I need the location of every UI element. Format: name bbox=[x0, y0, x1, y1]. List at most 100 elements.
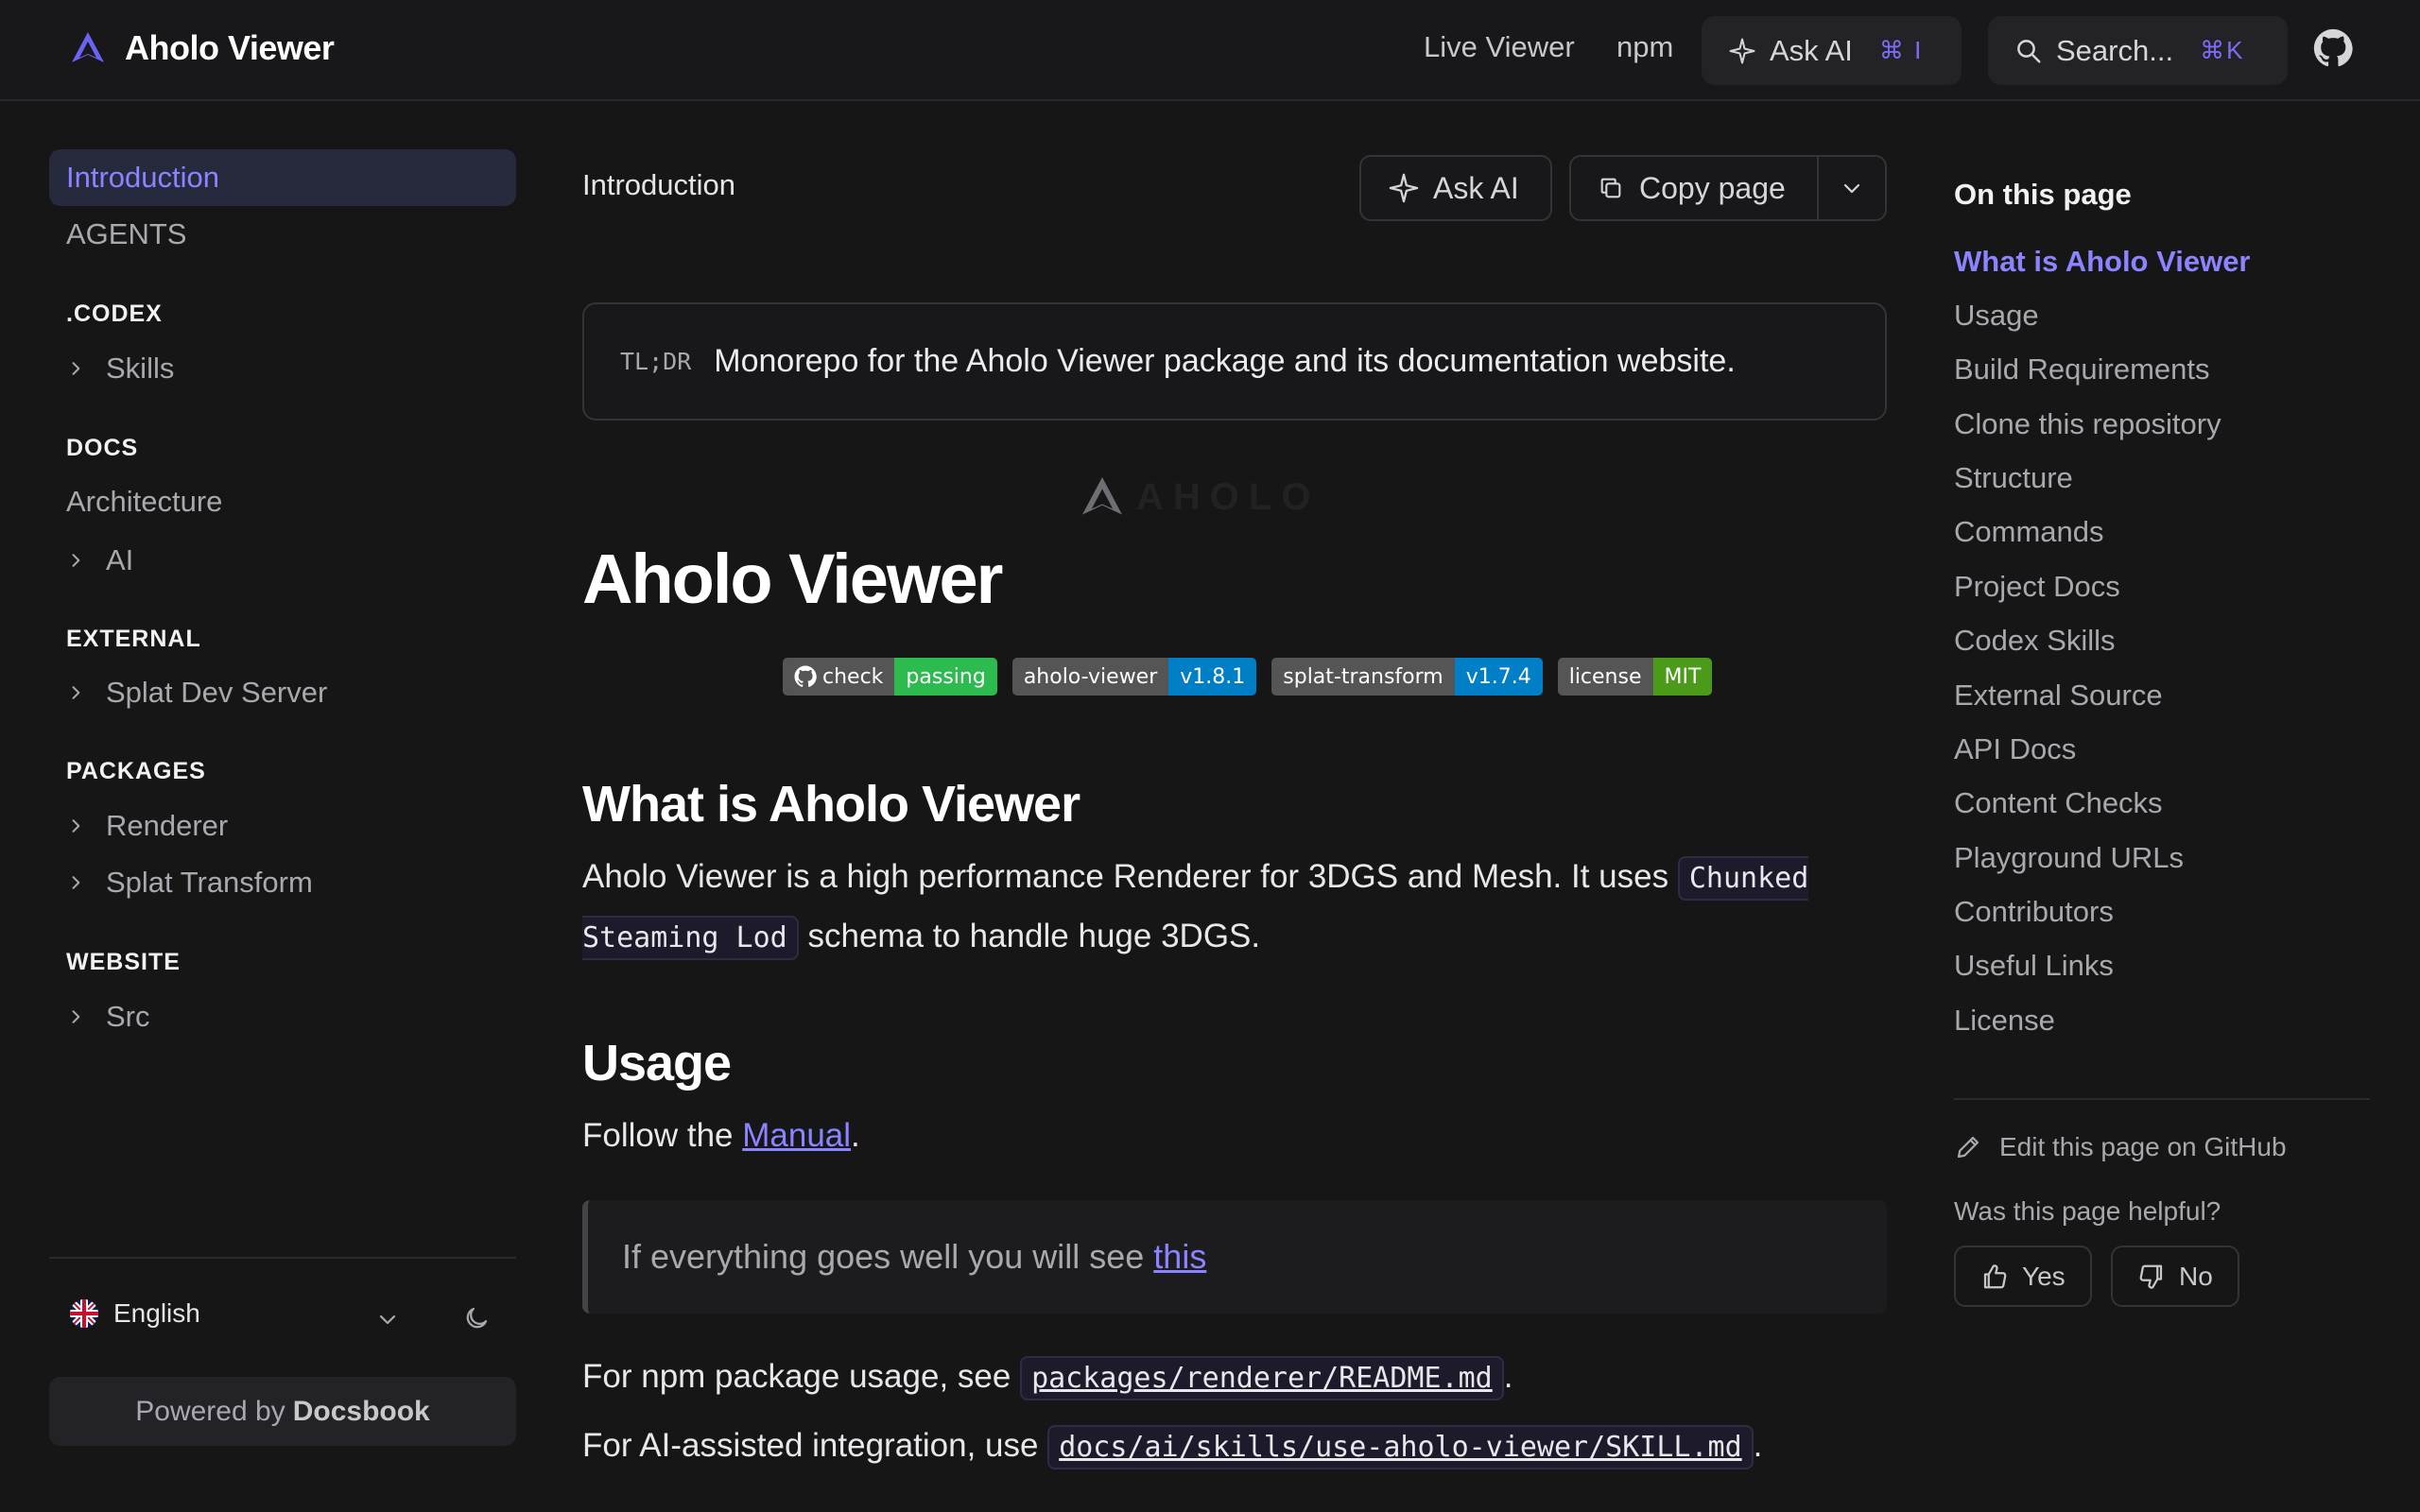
language-select[interactable]: English bbox=[70, 1298, 200, 1329]
powered-by-docsbook[interactable]: Powered by Docsbook bbox=[49, 1377, 516, 1446]
sidebar-item-label: Architecture bbox=[66, 485, 223, 518]
breadcrumb: Introduction bbox=[582, 168, 735, 201]
powered-brand: Docsbook bbox=[292, 1395, 430, 1427]
page-title: Aholo Viewer bbox=[582, 540, 1003, 618]
language-label: English bbox=[113, 1298, 200, 1328]
chevron-down-icon bbox=[1843, 183, 1860, 194]
heading-what-is: What is Aholo Viewer bbox=[582, 776, 1080, 833]
badge-right: v1.7.4 bbox=[1454, 658, 1543, 696]
ai-paragraph: For AI-assisted integration, use docs/ai… bbox=[582, 1417, 1896, 1476]
badge-license[interactable]: license MIT bbox=[1557, 658, 1713, 696]
toc-item-external-source[interactable]: External Source bbox=[1954, 679, 2163, 713]
badge-check[interactable]: check passing bbox=[783, 658, 997, 696]
brand-name: Aholo Viewer bbox=[125, 28, 335, 67]
sidebar-item-ai[interactable]: AI bbox=[49, 532, 516, 589]
sidebar-item-label: Introduction bbox=[66, 161, 219, 194]
toc-item-contributors[interactable]: Contributors bbox=[1954, 895, 2114, 929]
toc-item-commands[interactable]: Commands bbox=[1954, 515, 2104, 549]
chevron-right-icon bbox=[72, 686, 80, 699]
page-ask-ai-label: Ask AI bbox=[1433, 170, 1519, 205]
search-placeholder: Search... bbox=[2056, 33, 2174, 67]
sidebar-item-splat-dev-server[interactable]: Splat Dev Server bbox=[49, 664, 516, 721]
toc-item-playground-urls[interactable]: Playground URLs bbox=[1954, 841, 2184, 875]
npm-text: For npm package usage, see bbox=[582, 1358, 1021, 1395]
badge-splat-transform[interactable]: splat-transform v1.7.4 bbox=[1271, 658, 1543, 696]
toc-item-content-checks[interactable]: Content Checks bbox=[1954, 786, 2163, 820]
copy-icon bbox=[1600, 178, 1621, 198]
toc-item-project-docs[interactable]: Project Docs bbox=[1954, 570, 2120, 604]
edit-on-github-link[interactable]: Edit this page on GitHub bbox=[1954, 1132, 2287, 1162]
npm-period: . bbox=[1503, 1358, 1513, 1395]
uk-flag-icon bbox=[70, 1299, 98, 1328]
toc-item-clone[interactable]: Clone this repository bbox=[1954, 407, 2221, 441]
skill-md-link[interactable]: docs/ai/skills/use-aholo-viewer/SKILL.md bbox=[1047, 1425, 1754, 1469]
sidebar-item-renderer[interactable]: Renderer bbox=[49, 798, 516, 854]
toc-item-codex-skills[interactable]: Codex Skills bbox=[1954, 624, 2116, 658]
quote-text: If everything goes well you will see bbox=[622, 1237, 1145, 1276]
feedback-no-button[interactable]: No bbox=[2111, 1246, 2239, 1307]
github-icon[interactable] bbox=[2313, 28, 2353, 68]
aholo-logo-text: AHOLO bbox=[1136, 475, 1321, 518]
tldr-text: Monorepo for the Aholo Viewer package an… bbox=[714, 343, 1736, 379]
yes-label: Yes bbox=[2022, 1261, 2066, 1291]
search-input[interactable]: Search... ⌘K bbox=[1988, 16, 2288, 85]
sidebar-item-skills[interactable]: Skills bbox=[49, 340, 516, 397]
toc-item-build-requirements[interactable]: Build Requirements bbox=[1954, 352, 2210, 387]
what-text: Aholo Viewer is a high performance Rende… bbox=[582, 858, 1678, 895]
chevron-right-icon bbox=[72, 1010, 80, 1023]
ai-text: For AI-assisted integration, use bbox=[582, 1427, 1048, 1464]
feedback-yes-button[interactable]: Yes bbox=[1954, 1246, 2092, 1307]
toc-item-usage[interactable]: Usage bbox=[1954, 299, 2039, 333]
badge-left: license bbox=[1557, 658, 1653, 696]
toc-item-license[interactable]: License bbox=[1954, 1004, 2055, 1038]
copy-page-dropdown[interactable] bbox=[1819, 157, 1885, 219]
pencil-icon bbox=[1957, 1136, 1979, 1159]
ask-ai-label: Ask AI bbox=[1770, 33, 1853, 67]
usage-end: . bbox=[851, 1117, 860, 1154]
brand[interactable]: Aholo Viewer bbox=[68, 28, 335, 68]
helpful-question: Was this page helpful? bbox=[1954, 1196, 2221, 1226]
copy-page-button[interactable]: Copy page bbox=[1571, 157, 1819, 219]
npm-readme-link[interactable]: packages/renderer/README.md bbox=[1020, 1356, 1504, 1400]
badge-right: MIT bbox=[1652, 658, 1713, 696]
chevron-right-icon bbox=[72, 819, 80, 833]
badge-aholo-viewer[interactable]: aholo-viewer v1.8.1 bbox=[1011, 658, 1257, 696]
toc-item-structure[interactable]: Structure bbox=[1954, 461, 2073, 495]
search-shortcut: ⌘K bbox=[2200, 36, 2245, 64]
ask-ai-button[interactable]: Ask AI ⌘ I bbox=[1702, 16, 1962, 85]
nav-link-live-viewer[interactable]: Live Viewer bbox=[1424, 30, 1575, 64]
sidebar-item-introduction[interactable]: Introduction bbox=[49, 149, 516, 206]
sidebar-item-label: Splat Transform bbox=[106, 866, 313, 899]
chevron-down-icon[interactable] bbox=[376, 1308, 399, 1331]
aholo-logo-icon bbox=[72, 32, 104, 62]
sidebar-item-label: AI bbox=[106, 543, 134, 576]
sidebar-item-architecture[interactable]: Architecture bbox=[49, 473, 516, 530]
toc-item-useful-links[interactable]: Useful Links bbox=[1954, 949, 2114, 983]
usage-paragraph: Follow the Manual. bbox=[582, 1107, 1896, 1164]
aholo-logo: AHOLO bbox=[1078, 472, 1320, 522]
chevron-right-icon bbox=[72, 362, 80, 375]
sidebar-item-agents[interactable]: AGENTS bbox=[49, 206, 516, 263]
toc-item-api-docs[interactable]: API Docs bbox=[1954, 732, 2076, 766]
sidebar-section-packages: PACKAGES bbox=[66, 758, 206, 784]
badge-left-text: check bbox=[822, 664, 884, 689]
page-ask-ai-button[interactable]: Ask AI bbox=[1359, 155, 1552, 221]
nav-link-npm[interactable]: npm bbox=[1616, 30, 1673, 64]
heading-usage: Usage bbox=[582, 1035, 732, 1091]
sidebar-item-src[interactable]: Src bbox=[49, 988, 516, 1045]
this-link[interactable]: this bbox=[1153, 1237, 1206, 1277]
blockquote: If everything goes well you will see thi… bbox=[582, 1200, 1887, 1314]
thumbs-down-icon bbox=[2139, 1264, 2163, 1289]
moon-icon[interactable] bbox=[462, 1304, 491, 1332]
manual-link[interactable]: Manual bbox=[742, 1117, 851, 1154]
search-icon bbox=[2017, 39, 2041, 62]
toc-item-what-is[interactable]: What is Aholo Viewer bbox=[1954, 245, 2251, 279]
edit-label: Edit this page on GitHub bbox=[1999, 1132, 2287, 1161]
npm-paragraph: For npm package usage, see packages/rend… bbox=[582, 1348, 1896, 1407]
sidebar-section-docs: DOCS bbox=[66, 435, 139, 461]
tldr-box: TL;DR Monorepo for the Aholo Viewer pack… bbox=[582, 302, 1887, 421]
sidebar-item-splat-transform[interactable]: Splat Transform bbox=[49, 854, 516, 911]
sidebar-section-external: EXTERNAL bbox=[66, 626, 201, 652]
sidebar-item-label: Splat Dev Server bbox=[106, 676, 328, 709]
sidebar-item-label: Renderer bbox=[106, 809, 229, 842]
